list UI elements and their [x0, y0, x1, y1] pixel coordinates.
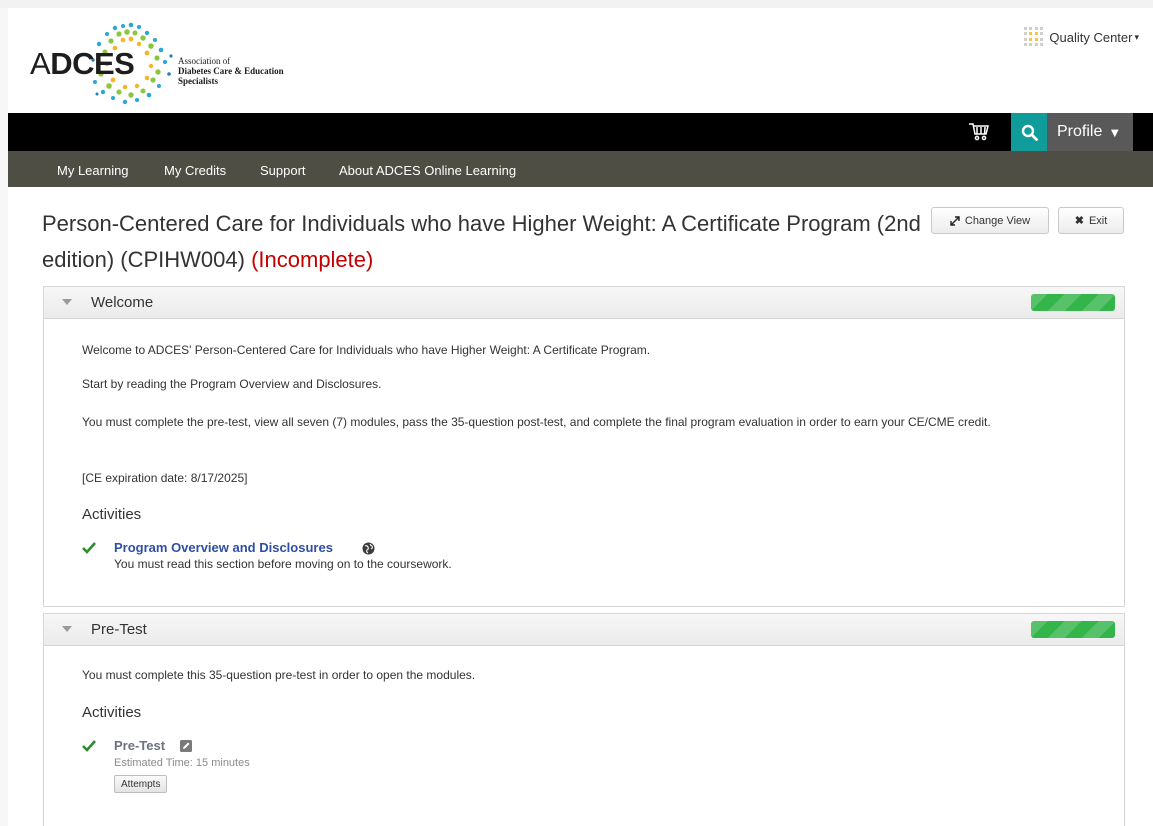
- collapse-arrow-icon[interactable]: [62, 626, 72, 632]
- search-icon: [1021, 124, 1038, 141]
- profile-menu[interactable]: Profile ▼: [1047, 113, 1133, 151]
- site-header: ADCES Association of Diabetes Care & Edu…: [8, 8, 1153, 113]
- activities-heading: Activities: [82, 506, 142, 523]
- adces-logo[interactable]: ADCES Association of Diabetes Care & Edu…: [30, 18, 330, 108]
- shopping-cart-icon[interactable]: [968, 122, 990, 142]
- section-progress-bar: [1031, 294, 1115, 311]
- expand-arrows-icon: [950, 215, 960, 226]
- change-view-button[interactable]: Change View: [931, 207, 1049, 234]
- section-progress-bar: [1031, 621, 1115, 638]
- progress-fill: [1031, 621, 1115, 638]
- logo-line-3: Specialists: [178, 76, 219, 86]
- globe-icon[interactable]: [362, 542, 375, 555]
- section-header[interactable]: Pre-Test: [44, 614, 1124, 646]
- progress-fill: [1031, 294, 1115, 311]
- estimated-time: Estimated Time: 15 minutes: [114, 757, 250, 769]
- nav-my-learning[interactable]: My Learning: [57, 163, 129, 178]
- profile-label: Profile: [1057, 123, 1103, 140]
- activity-link-program-overview[interactable]: Program Overview and Disclosures: [114, 540, 333, 555]
- attempts-button[interactable]: Attempts: [114, 775, 168, 793]
- logo-line-1: Association of: [178, 56, 231, 66]
- caret-down-icon: ▼: [1108, 124, 1122, 140]
- section-header[interactable]: Welcome: [44, 287, 1124, 319]
- course-title-text: Person-Centered Care for Individuals who…: [42, 211, 921, 272]
- instructions-paragraph: Start by reading the Program Overview an…: [82, 377, 382, 391]
- search-button[interactable]: [1011, 113, 1047, 151]
- logo-subtitle: Association of Diabetes Care & Education…: [178, 56, 284, 86]
- page-title: Person-Centered Care for Individuals who…: [42, 206, 932, 278]
- expiration-paragraph: [CE expiration date: 8/17/2025]: [82, 471, 248, 485]
- activity-description: You must read this section before moving…: [114, 557, 452, 571]
- change-view-label: Change View: [964, 214, 1031, 227]
- collapse-arrow-icon[interactable]: [62, 299, 72, 305]
- pretest-paragraph: You must complete this 35-question pre-t…: [82, 668, 476, 682]
- exit-button[interactable]: ✖ Exit: [1058, 207, 1124, 234]
- edit-icon[interactable]: [180, 740, 192, 752]
- activity-pre-test-title[interactable]: Pre-Test: [114, 738, 165, 753]
- top-strip: [0, 0, 1153, 8]
- exit-label: Exit: [1088, 214, 1108, 227]
- section-welcome: Welcome Welcome to ADCES' Person-Centere…: [43, 286, 1125, 607]
- checkmark-icon: [82, 542, 96, 554]
- section-title: Pre-Test: [91, 621, 147, 638]
- section-pre-test: Pre-Test You must complete this 35-quest…: [43, 613, 1125, 826]
- activities-heading: Activities: [82, 704, 142, 721]
- left-strip: [0, 8, 8, 826]
- welcome-paragraph: Welcome to ADCES' Person-Centered Care f…: [82, 343, 651, 357]
- nav-my-credits[interactable]: My Credits: [164, 163, 226, 178]
- logo-wordmark: ADCES: [30, 46, 135, 81]
- checkmark-icon: [82, 740, 96, 752]
- nav-about[interactable]: About ADCES Online Learning: [339, 163, 516, 178]
- grid-apps-icon: [1024, 27, 1044, 46]
- course-status: (Incomplete): [251, 247, 374, 272]
- requirements-paragraph: You must complete the pre-test, view all…: [82, 415, 991, 429]
- nav-support[interactable]: Support: [260, 163, 306, 178]
- caret-down-icon: ▾: [1134, 31, 1139, 42]
- logo-line-2: Diabetes Care & Education: [178, 66, 284, 76]
- close-icon: ✖: [1074, 215, 1084, 227]
- quality-center-menu[interactable]: Quality Center ▾: [1023, 26, 1139, 48]
- section-title: Welcome: [91, 294, 154, 311]
- quality-center-label: Quality Center: [1049, 29, 1133, 45]
